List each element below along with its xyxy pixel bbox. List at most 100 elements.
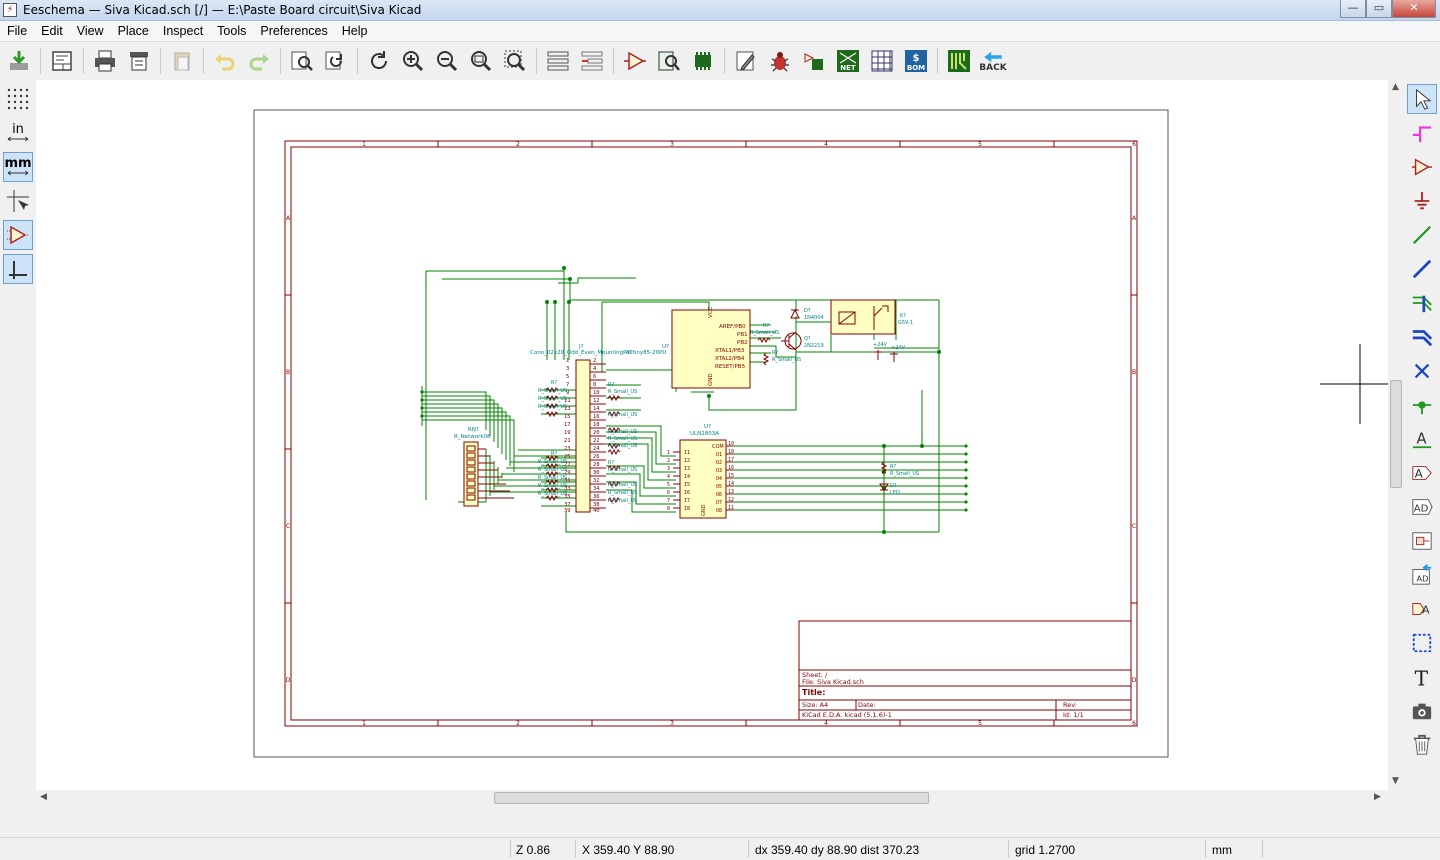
- vertical-scroll-thumb[interactable]: [1390, 380, 1402, 488]
- menu-file[interactable]: File: [0, 24, 34, 38]
- cursor-shape-button[interactable]: [3, 186, 33, 216]
- units-mm-button[interactable]: mm: [3, 152, 33, 182]
- delete-tool-button[interactable]: [1407, 730, 1437, 760]
- hidden-pins-icon: [7, 225, 29, 245]
- zoom-fit-button[interactable]: [466, 46, 496, 76]
- eeschema-app-icon[interactable]: ⚡: [3, 3, 17, 17]
- bom-button[interactable]: $ BOM: [901, 46, 931, 76]
- erc-button[interactable]: [765, 46, 795, 76]
- d1-value: 1N4004: [804, 315, 824, 321]
- import-sheet-pin-button[interactable]: AD: [1407, 560, 1437, 590]
- menu-edit[interactable]: Edit: [34, 24, 70, 38]
- add-text-button[interactable]: T: [1407, 662, 1437, 692]
- svg-text:28: 28: [593, 462, 600, 468]
- add-graphic-lines-button[interactable]: [1407, 628, 1437, 658]
- paste-button[interactable]: [167, 46, 197, 76]
- add-symbol-button[interactable]: [1407, 152, 1437, 182]
- minimize-button[interactable]: —: [1340, 0, 1366, 18]
- add-bus-button[interactable]: [1407, 254, 1437, 284]
- attiny-pin-label: AREF/PB0: [719, 324, 746, 330]
- maximize-button[interactable]: ▭: [1366, 0, 1392, 18]
- highlight-net-button[interactable]: [1407, 118, 1437, 148]
- vertical-scrollbar[interactable]: ▲ ▼: [1388, 80, 1404, 790]
- scroll-down-icon[interactable]: ▼: [1392, 776, 1399, 786]
- units-inch-button[interactable]: in: [3, 118, 33, 148]
- svg-text:O6: O6: [716, 492, 722, 498]
- add-hierarchical-label-button[interactable]: AD: [1407, 492, 1437, 522]
- pcbnew-button[interactable]: [944, 46, 974, 76]
- svg-text:30: 30: [593, 470, 600, 476]
- menu-view[interactable]: View: [70, 24, 111, 38]
- undo-button[interactable]: [210, 46, 240, 76]
- column-label: 6: [1132, 720, 1136, 727]
- window-title: Eeschema — Siva Kicad.sch [/] — E:\Paste…: [23, 3, 422, 17]
- horizontal-scrollbar[interactable]: ◀ ▶: [36, 790, 1388, 806]
- plot-button[interactable]: [124, 46, 154, 76]
- symbol-editor-button[interactable]: [620, 46, 650, 76]
- footprint-editor-button[interactable]: [688, 46, 718, 76]
- r-right-ref: R?: [608, 460, 614, 466]
- no-connect-button[interactable]: [1407, 356, 1437, 386]
- bus-to-bus-entry-button[interactable]: [1407, 322, 1437, 352]
- add-global-label-button[interactable]: A: [1407, 458, 1437, 488]
- r-right-value: R_Small_US: [608, 498, 637, 504]
- close-button[interactable]: ✕: [1392, 0, 1436, 18]
- r-attiny-value: R_Small_US: [772, 357, 801, 363]
- leave-sheet-button[interactable]: [577, 46, 607, 76]
- menu-help[interactable]: Help: [335, 24, 375, 38]
- add-sheet-button[interactable]: [1407, 526, 1437, 556]
- r-attiny-ref: R?: [763, 323, 769, 329]
- add-sheet-pin-button[interactable]: A: [1407, 594, 1437, 624]
- scroll-left-icon[interactable]: ◀: [40, 792, 47, 802]
- redraw-button[interactable]: [364, 46, 394, 76]
- leave-sheet-icon: [581, 51, 603, 71]
- page-settings-button[interactable]: [47, 46, 77, 76]
- netlist-button[interactable]: NET: [833, 46, 863, 76]
- add-power-button[interactable]: [1407, 186, 1437, 216]
- print-button[interactable]: [90, 46, 120, 76]
- save-icon: [10, 51, 28, 70]
- find-replace-button[interactable]: [321, 46, 351, 76]
- assign-footprints-button[interactable]: [799, 46, 829, 76]
- title-block-kicad: KiCad E.D.A. kicad (5.1.6)-1: [802, 711, 892, 719]
- hierarchy-navigator-button[interactable]: [543, 46, 573, 76]
- menu-place[interactable]: Place: [111, 24, 156, 38]
- back-button[interactable]: BACK: [978, 46, 1008, 76]
- library-browser-button[interactable]: [654, 46, 684, 76]
- menu-preferences[interactable]: Preferences: [253, 24, 334, 38]
- r-right-value: R_Small_US: [608, 467, 637, 473]
- horizontal-scroll-thumb[interactable]: [494, 792, 929, 804]
- svg-text:15: 15: [564, 414, 571, 420]
- redo-button[interactable]: [244, 46, 274, 76]
- svg-text:O4: O4: [716, 476, 722, 482]
- find-button[interactable]: [287, 46, 317, 76]
- scroll-right-icon[interactable]: ▶: [1374, 792, 1381, 802]
- add-junction-button[interactable]: [1407, 390, 1437, 420]
- menu-inspect[interactable]: Inspect: [156, 24, 210, 38]
- select-tool-button[interactable]: [1407, 84, 1437, 114]
- zoom-out-button[interactable]: [432, 46, 462, 76]
- dashed-rectangle-icon: [1412, 633, 1432, 653]
- menu-tools[interactable]: Tools: [210, 24, 253, 38]
- r-left-value: R_Small_US: [538, 404, 567, 410]
- hidden-pins-button[interactable]: [3, 220, 33, 250]
- wire-to-bus-entry-button[interactable]: [1407, 288, 1437, 318]
- add-wire-button[interactable]: [1407, 220, 1437, 250]
- annotate-button[interactable]: [731, 46, 761, 76]
- fields-editor-button[interactable]: [867, 46, 897, 76]
- scroll-up-icon[interactable]: ▲: [1392, 82, 1399, 92]
- save-button[interactable]: [4, 46, 34, 76]
- add-label-button[interactable]: A: [1407, 424, 1437, 454]
- grid-toggle-button[interactable]: [3, 84, 33, 114]
- schematic-canvas[interactable]: 1 2 3 4 5 6 1 2 3 4 5 6 A B C D A B C D: [36, 80, 1388, 790]
- wire-angle-button[interactable]: [3, 254, 33, 284]
- svg-text:6: 6: [593, 374, 596, 380]
- attiny-pin-label: PB1: [737, 332, 748, 338]
- annotate-icon: [736, 51, 755, 71]
- zoom-in-button[interactable]: [398, 46, 428, 76]
- zoom-selection-button[interactable]: [500, 46, 530, 76]
- r-left-value: R_Small_US: [538, 483, 567, 489]
- title-block-title: Title:: [802, 688, 825, 697]
- hierarchy-icon: [547, 51, 569, 71]
- add-image-button[interactable]: [1407, 696, 1437, 726]
